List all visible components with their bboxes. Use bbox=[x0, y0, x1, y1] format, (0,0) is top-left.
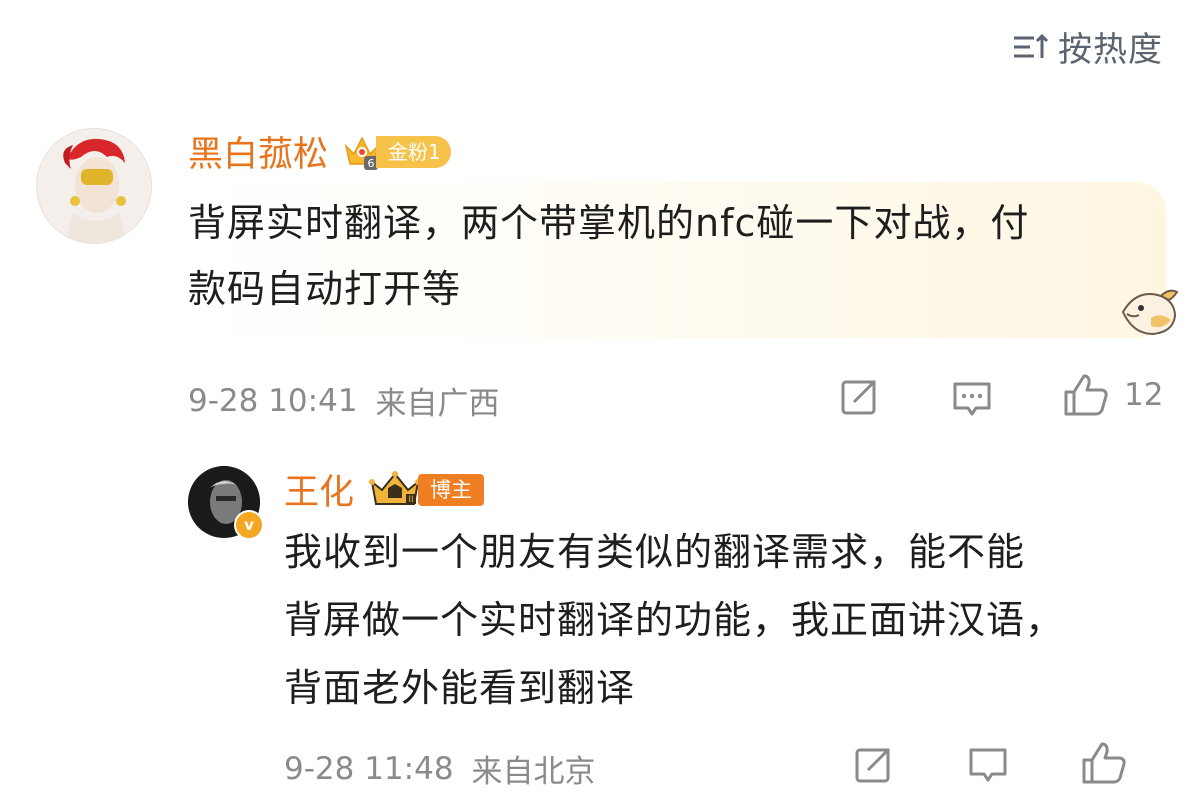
svg-text:II: II bbox=[408, 495, 413, 505]
comment-text: 背屏实时翻译，两个带掌机的nfc碰一下对战，付 款码自动打开等 bbox=[188, 190, 1148, 322]
share-icon bbox=[841, 380, 876, 415]
comment-location: 来自广西 bbox=[375, 386, 500, 422]
reply-text-line: 背屏做一个实时翻译的功能，我正面讲汉语， bbox=[284, 598, 1065, 642]
like-icon bbox=[1082, 742, 1126, 784]
comment-meta: 9-28 10:41 来自广西 bbox=[188, 378, 500, 423]
verified-icon: v bbox=[234, 510, 264, 540]
fan-badge[interactable]: 6 金粉1 bbox=[342, 132, 451, 172]
blogger-badge[interactable]: II 博主 bbox=[368, 470, 485, 510]
share-button[interactable] bbox=[838, 376, 880, 418]
like-count: 12 bbox=[1124, 377, 1164, 413]
fish-sticker-icon bbox=[1117, 282, 1181, 344]
sort-label: 按热度 bbox=[1058, 30, 1163, 70]
comment-text-line: 款码自动打开等 bbox=[188, 267, 462, 311]
share-icon bbox=[855, 748, 890, 783]
username[interactable]: 黑白菰松 bbox=[188, 126, 328, 177]
reply-avatar[interactable]: v bbox=[188, 466, 264, 540]
comment-icon bbox=[953, 382, 991, 416]
reply-text-line: 我收到一个朋友有类似的翻译需求，能不能 bbox=[284, 530, 1026, 574]
reply-username[interactable]: 王化 bbox=[284, 464, 354, 515]
crown-vip-icon: II bbox=[369, 470, 422, 505]
reply-text: 我收到一个朋友有类似的翻译需求，能不能 背屏做一个实时翻译的功能，我正面讲汉语，… bbox=[284, 518, 1174, 722]
comment-header: 黑白菰松 6 金粉1 bbox=[188, 126, 451, 177]
comment-icon bbox=[969, 748, 1007, 782]
like-icon bbox=[1064, 374, 1108, 416]
sort-icon bbox=[1014, 33, 1049, 58]
comment-button[interactable] bbox=[950, 378, 994, 420]
like-button[interactable]: 12 bbox=[1062, 372, 1163, 418]
reply-text-line: 背面老外能看到翻译 bbox=[284, 666, 636, 710]
svg-text:6: 6 bbox=[368, 157, 375, 170]
comment-text-line: 背屏实时翻译，两个带掌机的nfc碰一下对战，付 bbox=[188, 201, 1030, 245]
sort-by-hot-button[interactable]: 按热度 bbox=[1012, 22, 1163, 71]
reply-like-button[interactable] bbox=[1080, 740, 1128, 786]
reply-meta: 9-28 11:48 来自北京 bbox=[284, 746, 596, 791]
avatar[interactable] bbox=[36, 128, 152, 244]
reply-header: 王化 II 博主 bbox=[284, 464, 485, 515]
reply-location: 来自北京 bbox=[471, 754, 596, 790]
reply-time: 9-28 11:48 bbox=[284, 750, 454, 787]
fan-badge-label: 金粉1 bbox=[376, 135, 451, 168]
reply-share-button[interactable] bbox=[852, 744, 894, 786]
blogger-badge-label: 博主 bbox=[418, 473, 485, 506]
comment-time: 9-28 10:41 bbox=[188, 382, 358, 419]
reply-comment-button[interactable] bbox=[966, 744, 1010, 786]
